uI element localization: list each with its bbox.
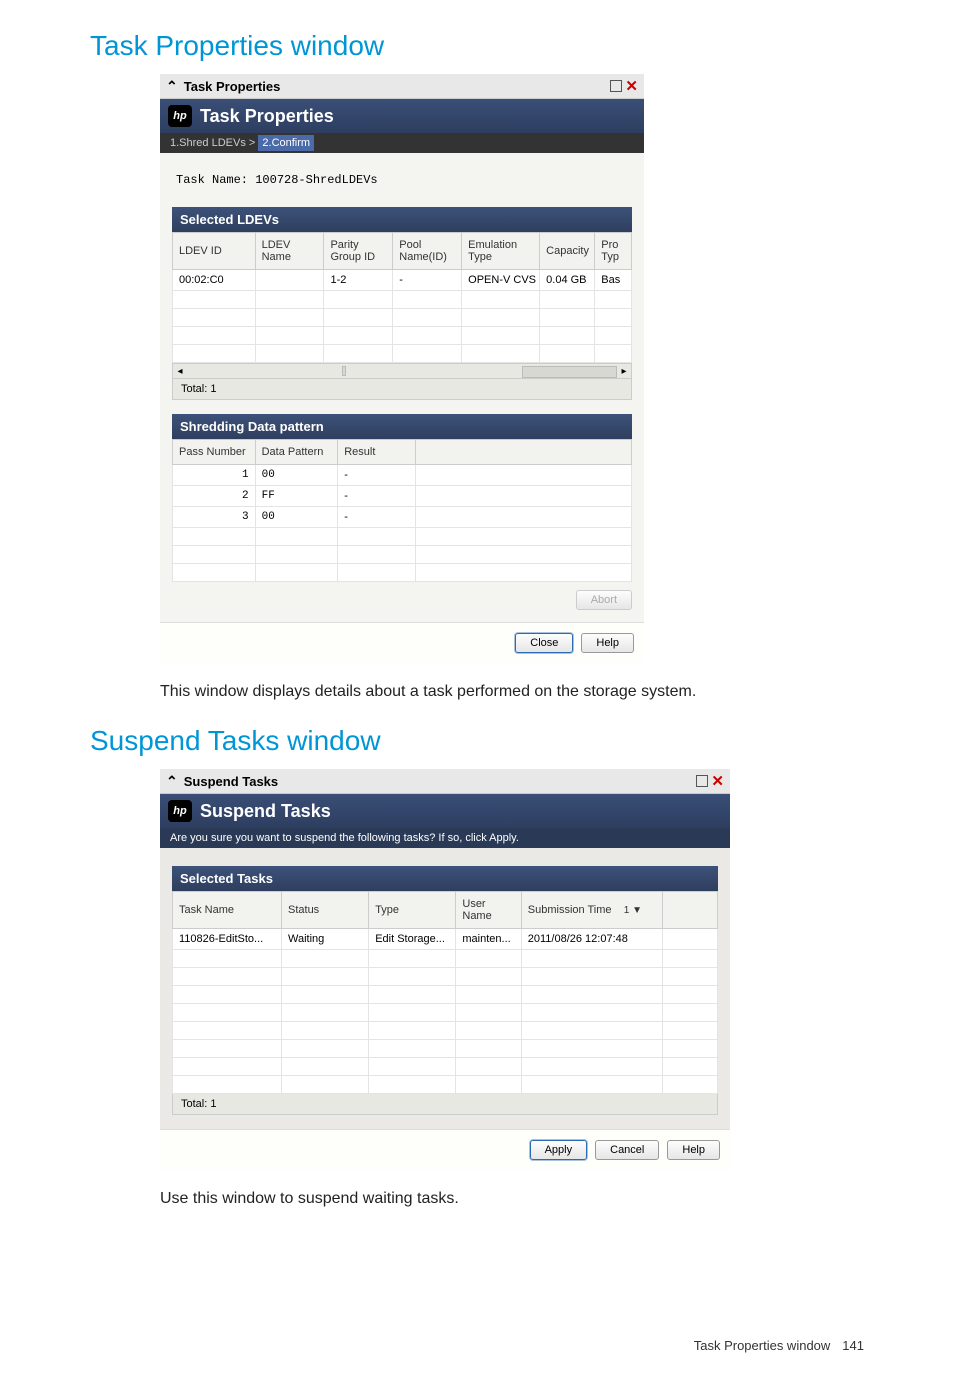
table-row[interactable]: 00:02:C0 1-2 - OPEN-V CVS 0.04 GB Bas xyxy=(173,270,632,291)
col-submission-time[interactable]: Submission Time 1 ▼ xyxy=(521,892,663,929)
table-row xyxy=(173,327,632,345)
help-button[interactable]: Help xyxy=(581,633,634,653)
collapse-icon[interactable]: ⌃ xyxy=(166,773,178,790)
table-row xyxy=(173,1004,718,1022)
table-row xyxy=(173,1040,718,1058)
close-button[interactable]: Close xyxy=(515,633,573,653)
dialog-body: Selected Tasks Task Name Status Type Use… xyxy=(160,848,730,1129)
hp-logo-icon: hp xyxy=(168,800,192,822)
table-row[interactable]: 1 00 - xyxy=(173,465,632,486)
table-row xyxy=(173,291,632,309)
close-icon[interactable]: ✕ xyxy=(625,77,638,95)
heading-suspend-tasks: Suspend Tasks window xyxy=(90,725,864,757)
table-row[interactable]: 2 FF - xyxy=(173,486,632,507)
table-row xyxy=(173,986,718,1004)
ldevs-section-header: Selected LDEVs xyxy=(172,207,632,232)
col-pro-typ[interactable]: Pro Typ xyxy=(595,233,632,270)
breadcrumb-step2: 2.Confirm xyxy=(258,135,314,151)
col-pass-number[interactable]: Pass Number xyxy=(173,440,256,465)
col-data-pattern[interactable]: Data Pattern xyxy=(255,440,338,465)
table-row xyxy=(173,528,632,546)
sort-indicator[interactable]: 1 ▼ xyxy=(624,905,642,916)
ldevs-total: Total: 1 xyxy=(172,379,632,400)
col-ldev-id[interactable]: LDEV ID xyxy=(173,233,256,270)
close-icon[interactable]: ✕ xyxy=(711,772,724,790)
col-type[interactable]: Type xyxy=(369,892,456,929)
scroll-right-icon[interactable]: ▸ xyxy=(617,366,631,377)
hp-logo-icon: hp xyxy=(168,105,192,127)
col-blank xyxy=(416,440,632,465)
col-blank xyxy=(663,892,718,929)
breadcrumb-step1[interactable]: 1.Shred LDEVs xyxy=(170,137,246,149)
col-task-name[interactable]: Task Name xyxy=(173,892,282,929)
tasks-section-header: Selected Tasks xyxy=(172,866,718,891)
abort-button: Abort xyxy=(576,590,632,610)
suspend-description: Use this window to suspend waiting tasks… xyxy=(160,1190,864,1208)
collapse-icon[interactable]: ⌃ xyxy=(166,78,178,95)
titlebar: ⌃ Suspend Tasks ✕ xyxy=(160,769,730,794)
titlebar: ⌃ Task Properties ✕ xyxy=(160,74,644,99)
col-ldev-name[interactable]: LDEV Name xyxy=(255,233,324,270)
horizontal-scrollbar[interactable]: ◂ ▸ xyxy=(172,363,632,379)
table-row xyxy=(173,345,632,363)
col-emulation[interactable]: Emulation Type xyxy=(462,233,540,270)
table-row xyxy=(173,1076,718,1094)
breadcrumb: 1.Shred LDEVs > 2.Confirm xyxy=(160,133,644,153)
tasks-total: Total: 1 xyxy=(172,1094,718,1115)
dialog-footer: Apply Cancel Help xyxy=(160,1129,730,1170)
tasks-table: Task Name Status Type User Name Submissi… xyxy=(172,891,718,1094)
suspend-tasks-dialog: ⌃ Suspend Tasks ✕ hp Suspend Tasks Are y… xyxy=(160,769,730,1170)
table-row[interactable]: 3 00 - xyxy=(173,507,632,528)
confirm-message: Are you sure you want to suspend the fol… xyxy=(160,828,730,848)
scroll-left-icon[interactable]: ◂ xyxy=(173,366,187,377)
dialog-body: Task Name: 100728-ShredLDEVs Selected LD… xyxy=(160,153,644,622)
col-pool-name[interactable]: Pool Name(ID) xyxy=(393,233,462,270)
maximize-icon[interactable] xyxy=(610,80,622,92)
maximize-icon[interactable] xyxy=(696,775,708,787)
cancel-button[interactable]: Cancel xyxy=(595,1140,659,1160)
col-user-name[interactable]: User Name xyxy=(456,892,521,929)
help-button[interactable]: Help xyxy=(667,1140,720,1160)
table-row xyxy=(173,968,718,986)
apply-button[interactable]: Apply xyxy=(530,1140,588,1160)
banner: hp Task Properties xyxy=(160,99,644,133)
banner: hp Suspend Tasks xyxy=(160,794,730,828)
col-capacity[interactable]: Capacity xyxy=(540,233,595,270)
page-footer: Task Properties window 141 xyxy=(90,1338,864,1353)
table-row xyxy=(173,546,632,564)
titlebar-text: Suspend Tasks xyxy=(184,774,278,789)
page-number: 141 xyxy=(842,1338,864,1353)
pattern-table: Pass Number Data Pattern Result 1 00 - 2 xyxy=(172,439,632,582)
scroll-track[interactable] xyxy=(187,366,617,376)
task-name-label: Task Name: 100728-ShredLDEVs xyxy=(176,173,632,187)
banner-title: Task Properties xyxy=(200,106,334,127)
table-row xyxy=(173,950,718,968)
dialog-footer: Close Help xyxy=(160,622,644,663)
table-row xyxy=(173,309,632,327)
col-result[interactable]: Result xyxy=(338,440,416,465)
footer-label: Task Properties window xyxy=(694,1338,831,1353)
table-row xyxy=(173,1058,718,1076)
table-row[interactable]: 110826-EditSto... Waiting Edit Storage..… xyxy=(173,929,718,950)
titlebar-text: Task Properties xyxy=(184,79,281,94)
breadcrumb-arrow: > xyxy=(249,137,255,149)
table-row xyxy=(173,1022,718,1040)
task-properties-dialog: ⌃ Task Properties ✕ hp Task Properties 1… xyxy=(160,74,644,663)
col-parity-group[interactable]: Parity Group ID xyxy=(324,233,393,270)
banner-title: Suspend Tasks xyxy=(200,801,331,822)
ldevs-table: LDEV ID LDEV Name Parity Group ID Pool N… xyxy=(172,232,632,363)
task-props-description: This window displays details about a tas… xyxy=(160,683,864,701)
table-row xyxy=(173,564,632,582)
heading-task-properties: Task Properties window xyxy=(90,30,864,62)
col-status[interactable]: Status xyxy=(282,892,369,929)
pattern-section-header: Shredding Data pattern xyxy=(172,414,632,439)
